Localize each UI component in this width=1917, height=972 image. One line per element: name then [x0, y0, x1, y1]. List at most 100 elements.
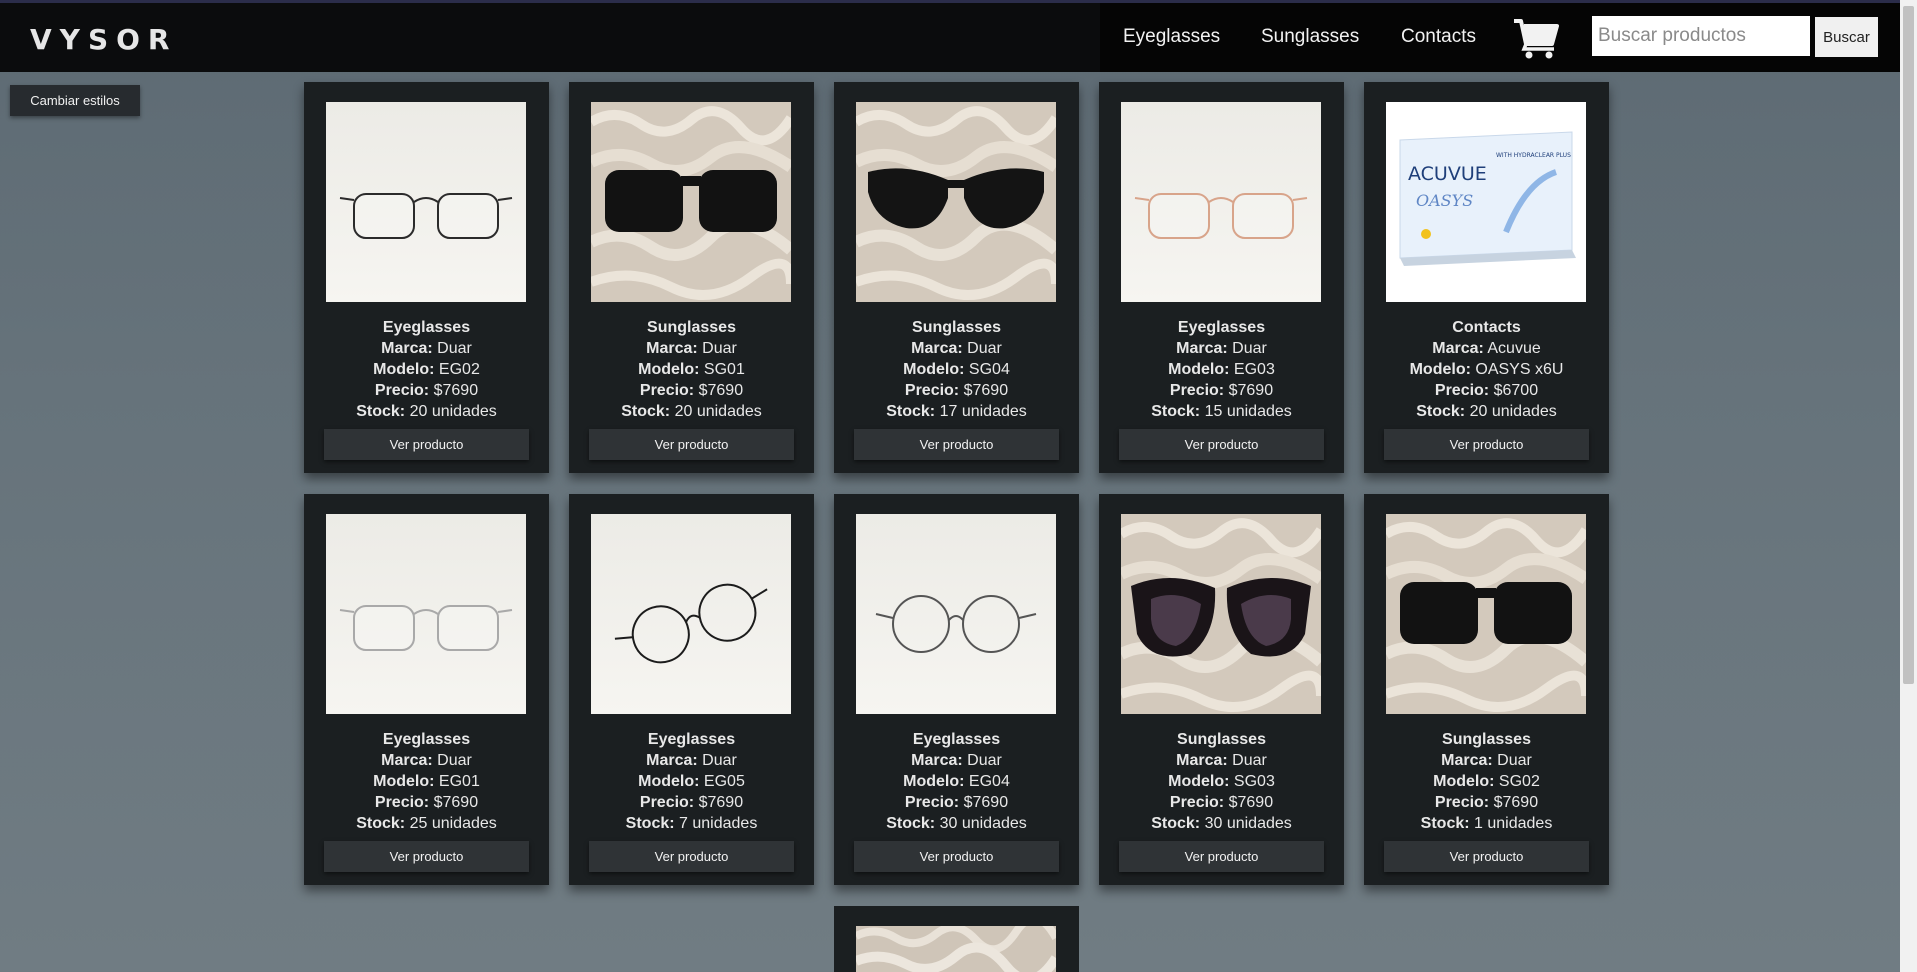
- product-image[interactable]: [856, 514, 1056, 714]
- product-model: Modelo: OASYS x6U: [1409, 361, 1564, 378]
- product-brand: Marca: Duar: [646, 340, 737, 357]
- product-card: Eyeglasses Marca: Duar Modelo: EG05 Prec…: [569, 494, 814, 885]
- product-category: Sunglasses: [912, 319, 1001, 336]
- view-product-button[interactable]: Ver producto: [1119, 429, 1324, 460]
- product-price: Precio: $7690: [1434, 794, 1539, 811]
- product-image[interactable]: [591, 514, 791, 714]
- product-model: Modelo: SG03: [1168, 773, 1275, 790]
- search-button[interactable]: Buscar: [1815, 17, 1878, 57]
- eyeglasses-silver-image: [326, 514, 526, 714]
- product-stock: Stock: 20 unidades: [621, 403, 762, 420]
- product-info: Eyeglasses Marca: Duar Modelo: EG01 Prec…: [304, 729, 549, 834]
- cart-icon[interactable]: [1512, 16, 1560, 60]
- product-image[interactable]: [326, 102, 526, 302]
- product-stock: Stock: 30 unidades: [886, 815, 1027, 832]
- product-card-partial: [834, 906, 1079, 972]
- nav-contacts[interactable]: Contacts: [1401, 26, 1476, 48]
- product-stock: Stock: 15 unidades: [1151, 403, 1292, 420]
- product-stock: Stock: 20 unidades: [356, 403, 497, 420]
- product-price: Precio: $7690: [374, 382, 479, 399]
- product-info: Sunglasses Marca: Duar Modelo: SG04 Prec…: [834, 317, 1079, 422]
- product-model: Modelo: EG05: [638, 773, 745, 790]
- product-brand: Marca: Duar: [646, 752, 737, 769]
- product-model: Modelo: SG02: [1433, 773, 1540, 790]
- product-brand: Marca: Duar: [1176, 340, 1267, 357]
- change-styles-button[interactable]: Cambiar estilos: [10, 85, 140, 116]
- product-brand: Marca: Duar: [1176, 752, 1267, 769]
- svg-text:OASYS: OASYS: [1416, 191, 1473, 210]
- product-info: Eyeglasses Marca: Duar Modelo: EG02 Prec…: [304, 317, 549, 422]
- product-info: Eyeglasses Marca: Duar Modelo: EG05 Prec…: [569, 729, 814, 834]
- product-category: Sunglasses: [1177, 731, 1266, 748]
- product-brand: Marca: Acuvue: [1432, 340, 1541, 357]
- product-brand: Marca: Duar: [911, 340, 1002, 357]
- product-price: Precio: $7690: [1169, 382, 1274, 399]
- product-info: Contacts Marca: Acuvue Modelo: OASYS x6U…: [1364, 317, 1609, 422]
- product-category: Eyeglasses: [1177, 319, 1266, 336]
- view-product-button[interactable]: Ver producto: [589, 429, 794, 460]
- product-stock: Stock: 1 unidades: [1420, 815, 1553, 832]
- product-card: Eyeglasses Marca: Duar Modelo: EG03 Prec…: [1099, 82, 1344, 473]
- product-info: Eyeglasses Marca: Duar Modelo: EG04 Prec…: [834, 729, 1079, 834]
- view-product-button[interactable]: Ver producto: [1384, 841, 1589, 872]
- product-stock: Stock: 20 unidades: [1416, 403, 1557, 420]
- brand-logo[interactable]: VYSOR: [30, 23, 177, 56]
- sunglasses-square-fur-image: [591, 102, 791, 302]
- product-grid: Eyeglasses Marca: Duar Modelo: EG02 Prec…: [304, 82, 1609, 885]
- product-brand: Marca: Duar: [911, 752, 1002, 769]
- nav-eyeglasses[interactable]: Eyeglasses: [1123, 26, 1220, 48]
- product-model: Modelo: SG01: [638, 361, 745, 378]
- product-category: Contacts: [1452, 319, 1521, 336]
- product-stock: Stock: 7 unidades: [625, 815, 758, 832]
- eyeglasses-rose-image: [1121, 102, 1321, 302]
- product-image[interactable]: [856, 102, 1056, 302]
- product-stock: Stock: 30 unidades: [1151, 815, 1292, 832]
- product-image[interactable]: [1121, 102, 1321, 302]
- product-price: Precio: $7690: [639, 382, 744, 399]
- product-category: Eyeglasses: [647, 731, 736, 748]
- view-product-button[interactable]: Ver producto: [1384, 429, 1589, 460]
- product-card: Eyeglasses Marca: Duar Modelo: EG02 Prec…: [304, 82, 549, 473]
- product-image[interactable]: [1386, 514, 1586, 714]
- product-model: Modelo: EG04: [903, 773, 1010, 790]
- product-image[interactable]: [856, 926, 1056, 972]
- product-category: Sunglasses: [1442, 731, 1531, 748]
- product-category: Eyeglasses: [382, 731, 471, 748]
- view-product-button[interactable]: Ver producto: [324, 429, 529, 460]
- product-info: Sunglasses Marca: Duar Modelo: SG03 Prec…: [1099, 729, 1344, 834]
- sunglasses-square-fur-image: [1386, 514, 1586, 714]
- view-product-button[interactable]: Ver producto: [589, 841, 794, 872]
- product-image[interactable]: [326, 514, 526, 714]
- product-stock: Stock: 25 unidades: [356, 815, 497, 832]
- product-model: Modelo: EG03: [1168, 361, 1275, 378]
- product-brand: Marca: Duar: [1441, 752, 1532, 769]
- product-category: Eyeglasses: [382, 319, 471, 336]
- search-input[interactable]: [1592, 16, 1810, 56]
- product-model: Modelo: EG01: [373, 773, 480, 790]
- view-product-button[interactable]: Ver producto: [854, 841, 1059, 872]
- product-card: Sunglasses Marca: Duar Modelo: SG03 Prec…: [1099, 494, 1344, 885]
- product-stock: Stock: 17 unidades: [886, 403, 1027, 420]
- svg-text:ACUVUE: ACUVUE: [1408, 163, 1487, 185]
- product-info: Eyeglasses Marca: Duar Modelo: EG03 Prec…: [1099, 317, 1344, 422]
- eyeglasses-gold-image: [326, 102, 526, 302]
- view-product-button[interactable]: Ver producto: [1119, 841, 1324, 872]
- scrollbar-thumb[interactable]: [1903, 6, 1914, 684]
- eyeglasses-black-angle-image: [591, 514, 791, 714]
- eyeglasses-round-image: [856, 514, 1056, 714]
- product-card: Sunglasses Marca: Duar Modelo: SG01 Prec…: [569, 82, 814, 473]
- product-model: Modelo: EG02: [373, 361, 480, 378]
- view-product-button[interactable]: Ver producto: [854, 429, 1059, 460]
- nav-sunglasses[interactable]: Sunglasses: [1261, 26, 1359, 48]
- product-image[interactable]: [1121, 514, 1321, 714]
- product-model: Modelo: SG04: [903, 361, 1010, 378]
- product-card: Eyeglasses Marca: Duar Modelo: EG04 Prec…: [834, 494, 1079, 885]
- view-product-button[interactable]: Ver producto: [324, 841, 529, 872]
- product-price: Precio: $7690: [1169, 794, 1274, 811]
- product-price: Precio: $7690: [904, 794, 1009, 811]
- product-price: Precio: $6700: [1434, 382, 1539, 399]
- contacts-box-image: ACUVUE OASYS WITH HYDRACLEAR PLUS: [1386, 102, 1586, 302]
- product-image[interactable]: [591, 102, 791, 302]
- product-info: Sunglasses Marca: Duar Modelo: SG02 Prec…: [1364, 729, 1609, 834]
- product-image[interactable]: ACUVUE OASYS WITH HYDRACLEAR PLUS: [1386, 102, 1586, 302]
